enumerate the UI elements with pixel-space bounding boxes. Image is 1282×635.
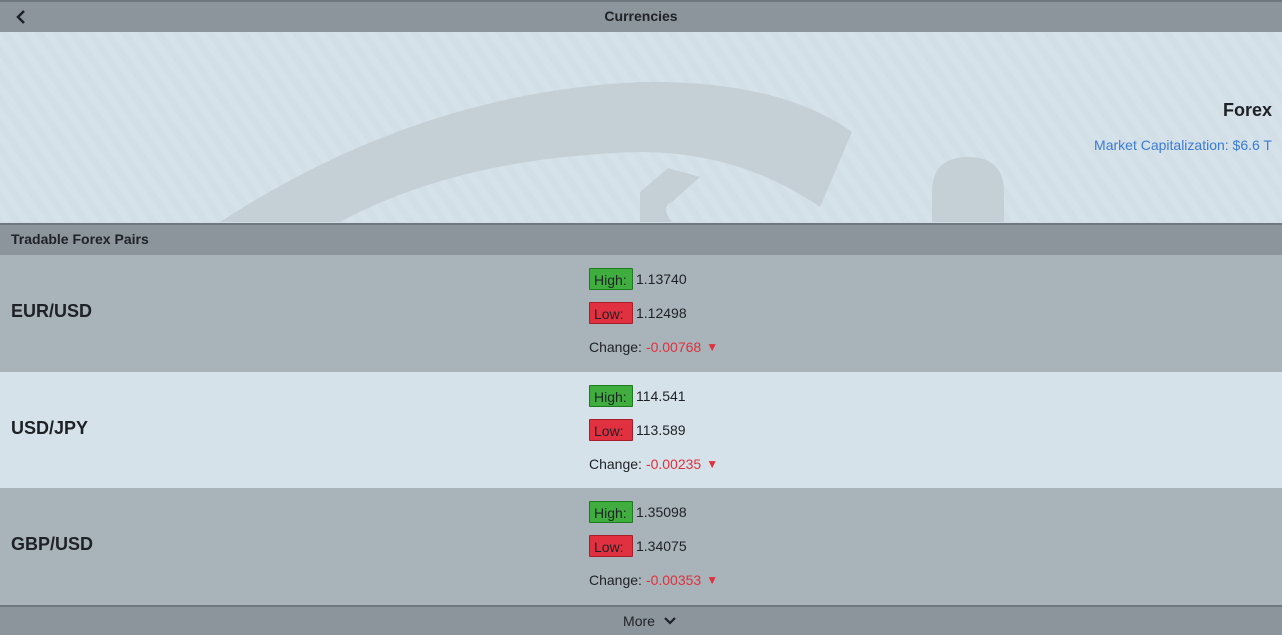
low-stat: Low: 113.589 xyxy=(589,418,686,441)
list-item[interactable]: GBP/USD High: 1.35098 Low: 1.34075 Chang… xyxy=(0,488,1282,605)
down-arrow-icon: ▼ xyxy=(706,573,719,587)
low-stat: Low: 1.34075 xyxy=(589,535,687,557)
forex-pairs-list: EUR/USD High: 1.13740 Low: 1.12498 Chang… xyxy=(0,255,1282,605)
high-value: 1.35098 xyxy=(636,504,687,520)
low-badge: Low: xyxy=(589,302,633,324)
low-value: 1.12498 xyxy=(636,305,687,321)
pair-name: EUR/USD xyxy=(11,301,93,321)
high-badge: High: xyxy=(589,268,633,290)
change-value: -0.00235 xyxy=(645,455,702,472)
low-stat: Low: 1.12498 xyxy=(589,302,687,324)
change-stat: Change: -0.00353 ▼ xyxy=(589,569,718,591)
high-stat: High: 114.541 xyxy=(589,384,686,407)
down-arrow-icon: ▼ xyxy=(706,340,719,354)
high-badge: High: xyxy=(589,384,633,407)
top-bar: Currencies xyxy=(0,0,1282,32)
change-value: -0.00353 xyxy=(645,572,702,588)
high-stat: High: 1.13740 xyxy=(589,268,687,290)
chevron-down-icon xyxy=(664,617,676,625)
section-title: Tradable Forex Pairs xyxy=(11,231,149,247)
high-value: 1.13740 xyxy=(636,271,687,287)
section-header: Tradable Forex Pairs xyxy=(0,223,1282,255)
change-stat: Change: -0.00768 ▼ xyxy=(589,336,718,358)
change-label: Change: xyxy=(589,572,642,588)
market-capitalization: Market Capitalization: $6.6 T xyxy=(1094,137,1272,153)
high-stat: High: 1.35098 xyxy=(589,501,687,523)
change-stat: Change: -0.00235 ▼ xyxy=(589,453,718,475)
list-item[interactable]: USD/JPY High: 114.541 Low: 113.589 Chang… xyxy=(0,371,1282,488)
change-label: Change: xyxy=(589,455,642,472)
high-value: 114.541 xyxy=(636,387,686,404)
change-value: -0.00768 xyxy=(645,339,702,355)
low-badge: Low: xyxy=(589,418,633,441)
more-label: More xyxy=(623,613,655,629)
page-title: Currencies xyxy=(604,8,678,24)
down-arrow-icon: ▼ xyxy=(706,456,719,471)
change-label: Change: xyxy=(589,339,642,355)
pair-name: USD/JPY xyxy=(11,417,89,438)
low-value: 113.589 xyxy=(636,421,686,438)
low-value: 1.34075 xyxy=(636,538,687,554)
list-item[interactable]: EUR/USD High: 1.13740 Low: 1.12498 Chang… xyxy=(0,255,1282,372)
high-badge: High: xyxy=(589,501,633,523)
more-button[interactable]: More xyxy=(0,605,1282,635)
pair-name: GBP/USD xyxy=(11,534,94,554)
low-badge: Low: xyxy=(589,535,633,557)
hero-title: Forex xyxy=(1222,100,1272,120)
hero-banner: Forex Market Capitalization: $6.6 T xyxy=(0,32,1282,222)
hero-background-graphic xyxy=(0,32,1282,222)
